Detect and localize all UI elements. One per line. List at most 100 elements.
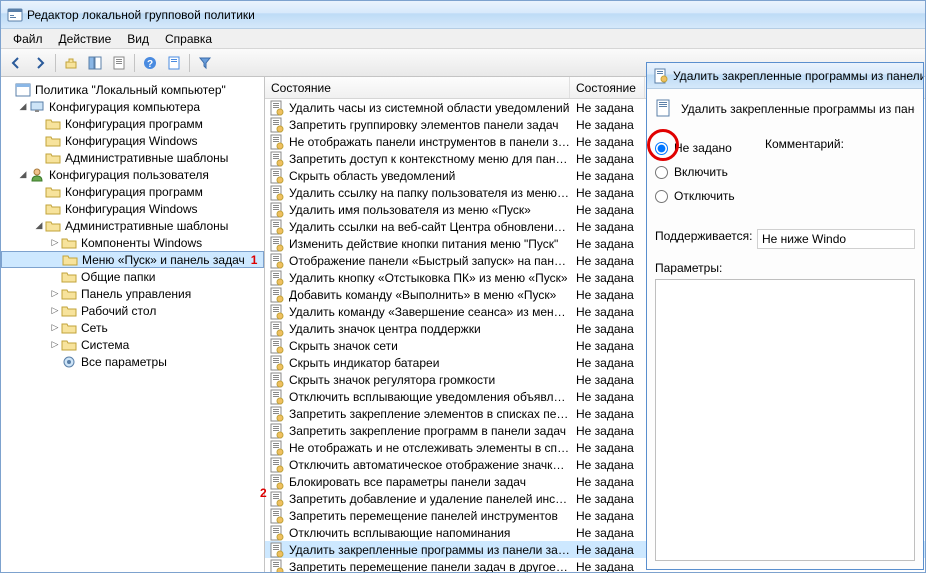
list-item-state: Не задана bbox=[570, 135, 645, 149]
list-item-name: Не отображать и не отслеживать элементы … bbox=[289, 441, 570, 455]
list-item-name: Запретить добавление и удаление панелей … bbox=[289, 492, 570, 506]
column-header-name[interactable]: Состояние bbox=[265, 77, 570, 98]
column-header-state[interactable]: Состояние bbox=[570, 77, 645, 98]
expand-icon[interactable]: ▷ bbox=[49, 237, 61, 249]
tree-computer-config[interactable]: ◢ Конфигурация компьютера bbox=[1, 98, 264, 115]
radio-not-configured-input[interactable] bbox=[655, 142, 668, 155]
list-item-state: Не задана bbox=[570, 390, 645, 404]
policy-item-icon bbox=[269, 474, 285, 490]
policy-item-icon bbox=[269, 202, 285, 218]
policy-item-icon bbox=[269, 134, 285, 150]
tree-control-panel[interactable]: ▷ Панель управления bbox=[1, 285, 264, 302]
radio-enabled-input[interactable] bbox=[655, 166, 668, 179]
folder-icon bbox=[61, 320, 77, 336]
expand-icon[interactable]: ▷ bbox=[49, 339, 61, 351]
dialog-titlebar: Удалить закрепленные программы из панели… bbox=[647, 63, 923, 89]
tree-cc-software[interactable]: Конфигурация программ bbox=[1, 115, 264, 132]
list-item-name: Запретить закрепление программ в панели … bbox=[289, 424, 566, 438]
computer-icon bbox=[29, 99, 45, 115]
dialog-title: Удалить закрепленные программы из панели… bbox=[673, 69, 923, 83]
tree-uc-software[interactable]: Конфигурация программ bbox=[1, 183, 264, 200]
tree-network[interactable]: ▷ Сеть bbox=[1, 319, 264, 336]
policy-item-icon bbox=[269, 117, 285, 133]
policy-item-icon bbox=[269, 525, 285, 541]
expand-icon[interactable]: ▷ bbox=[49, 305, 61, 317]
app-icon bbox=[7, 7, 23, 23]
menu-view[interactable]: Вид bbox=[119, 30, 157, 48]
list-item-name: Блокировать все параметры панели задач bbox=[289, 475, 526, 489]
tree-system[interactable]: ▷ Система bbox=[1, 336, 264, 353]
list-item-name: Скрыть значок сети bbox=[289, 339, 398, 353]
policy-item-icon bbox=[269, 168, 285, 184]
tree-cc-windows[interactable]: Конфигурация Windows bbox=[1, 132, 264, 149]
folder-icon bbox=[61, 286, 77, 302]
tree-cc-admtemplates[interactable]: Административные шаблоны bbox=[1, 149, 264, 166]
list-item-name: Изменить действие кнопки питания меню "П… bbox=[289, 237, 558, 251]
tree-uc-admtemplates[interactable]: ◢ Административные шаблоны bbox=[1, 217, 264, 234]
list-item-state: Не задана bbox=[570, 220, 645, 234]
tree-user-config[interactable]: ◢ Конфигурация пользователя bbox=[1, 166, 264, 183]
menu-file[interactable]: Файл bbox=[5, 30, 51, 48]
list-item-name: Скрыть область уведомлений bbox=[289, 169, 455, 183]
show-hide-tree-button[interactable] bbox=[84, 52, 106, 74]
folder-icon bbox=[61, 337, 77, 353]
forward-button[interactable] bbox=[29, 52, 51, 74]
policy-item-icon bbox=[269, 321, 285, 337]
tree-windows-components[interactable]: ▷ Компоненты Windows bbox=[1, 234, 264, 251]
tree-all-settings[interactable]: Все параметры bbox=[1, 353, 264, 370]
folder-icon bbox=[45, 218, 61, 234]
settings-icon bbox=[61, 354, 77, 370]
up-button[interactable] bbox=[60, 52, 82, 74]
list-item-state: Не задана bbox=[570, 373, 645, 387]
tree-root[interactable]: Политика "Локальный компьютер" bbox=[1, 81, 264, 98]
policy-item-icon bbox=[269, 389, 285, 405]
tree-pane[interactable]: Политика "Локальный компьютер" ◢ Конфигу… bbox=[1, 77, 265, 572]
policy-item-icon bbox=[269, 236, 285, 252]
list-item-state: Не задана bbox=[570, 101, 645, 115]
collapse-icon[interactable]: ◢ bbox=[33, 220, 45, 232]
folder-icon bbox=[61, 303, 77, 319]
collapse-icon[interactable]: ◢ bbox=[17, 101, 29, 113]
policy-dialog: Удалить закрепленные программы из панели… bbox=[646, 62, 924, 570]
list-item-state: Не задана bbox=[570, 526, 645, 540]
policy-item-icon bbox=[269, 423, 285, 439]
list-item-name: Скрыть индикатор батареи bbox=[289, 356, 439, 370]
list-item-name: Скрыть значок регулятора громкости bbox=[289, 373, 495, 387]
filter-button[interactable] bbox=[194, 52, 216, 74]
collapse-icon[interactable] bbox=[3, 84, 15, 96]
menu-help[interactable]: Справка bbox=[157, 30, 220, 48]
list-item-state: Не задана bbox=[570, 254, 645, 268]
list-item-name: Удалить имя пользователя из меню «Пуск» bbox=[289, 203, 531, 217]
list-item-state: Не задана bbox=[570, 305, 645, 319]
policy-item-icon bbox=[269, 355, 285, 371]
export-list-button[interactable] bbox=[163, 52, 185, 74]
back-button[interactable] bbox=[5, 52, 27, 74]
radio-disabled-input[interactable] bbox=[655, 190, 668, 203]
expand-icon[interactable]: ▷ bbox=[49, 288, 61, 300]
help-button[interactable]: ? bbox=[139, 52, 161, 74]
folder-icon bbox=[45, 184, 61, 200]
tree-desktop[interactable]: ▷ Рабочий стол bbox=[1, 302, 264, 319]
expand-icon[interactable]: ▷ bbox=[49, 322, 61, 334]
policy-item-icon bbox=[269, 151, 285, 167]
tree-shared-folders[interactable]: Общие папки bbox=[1, 268, 264, 285]
svg-text:?: ? bbox=[147, 59, 153, 70]
folder-icon bbox=[61, 235, 77, 251]
properties-button[interactable] bbox=[108, 52, 130, 74]
tree-start-taskbar[interactable]: Меню «Пуск» и панель задач 1 bbox=[1, 251, 264, 268]
radio-disabled[interactable]: Отключить bbox=[655, 185, 915, 207]
menu-action[interactable]: Действие bbox=[51, 30, 120, 48]
policy-item-icon bbox=[269, 440, 285, 456]
policy-item-icon bbox=[269, 406, 285, 422]
supported-label: Поддерживается: bbox=[655, 229, 757, 249]
list-item-name: Удалить ссылку на папку пользователя из … bbox=[289, 186, 570, 200]
list-item-state: Не задана bbox=[570, 118, 645, 132]
tree-uc-windows[interactable]: Конфигурация Windows bbox=[1, 200, 264, 217]
list-item-state: Не задана bbox=[570, 339, 645, 353]
collapse-icon[interactable]: ◢ bbox=[17, 169, 29, 181]
radio-enabled[interactable]: Включить bbox=[655, 161, 915, 183]
policy-item-icon bbox=[269, 508, 285, 524]
list-item-state: Не задана bbox=[570, 441, 645, 455]
policy-item-icon bbox=[269, 491, 285, 507]
policy-item-icon bbox=[269, 185, 285, 201]
